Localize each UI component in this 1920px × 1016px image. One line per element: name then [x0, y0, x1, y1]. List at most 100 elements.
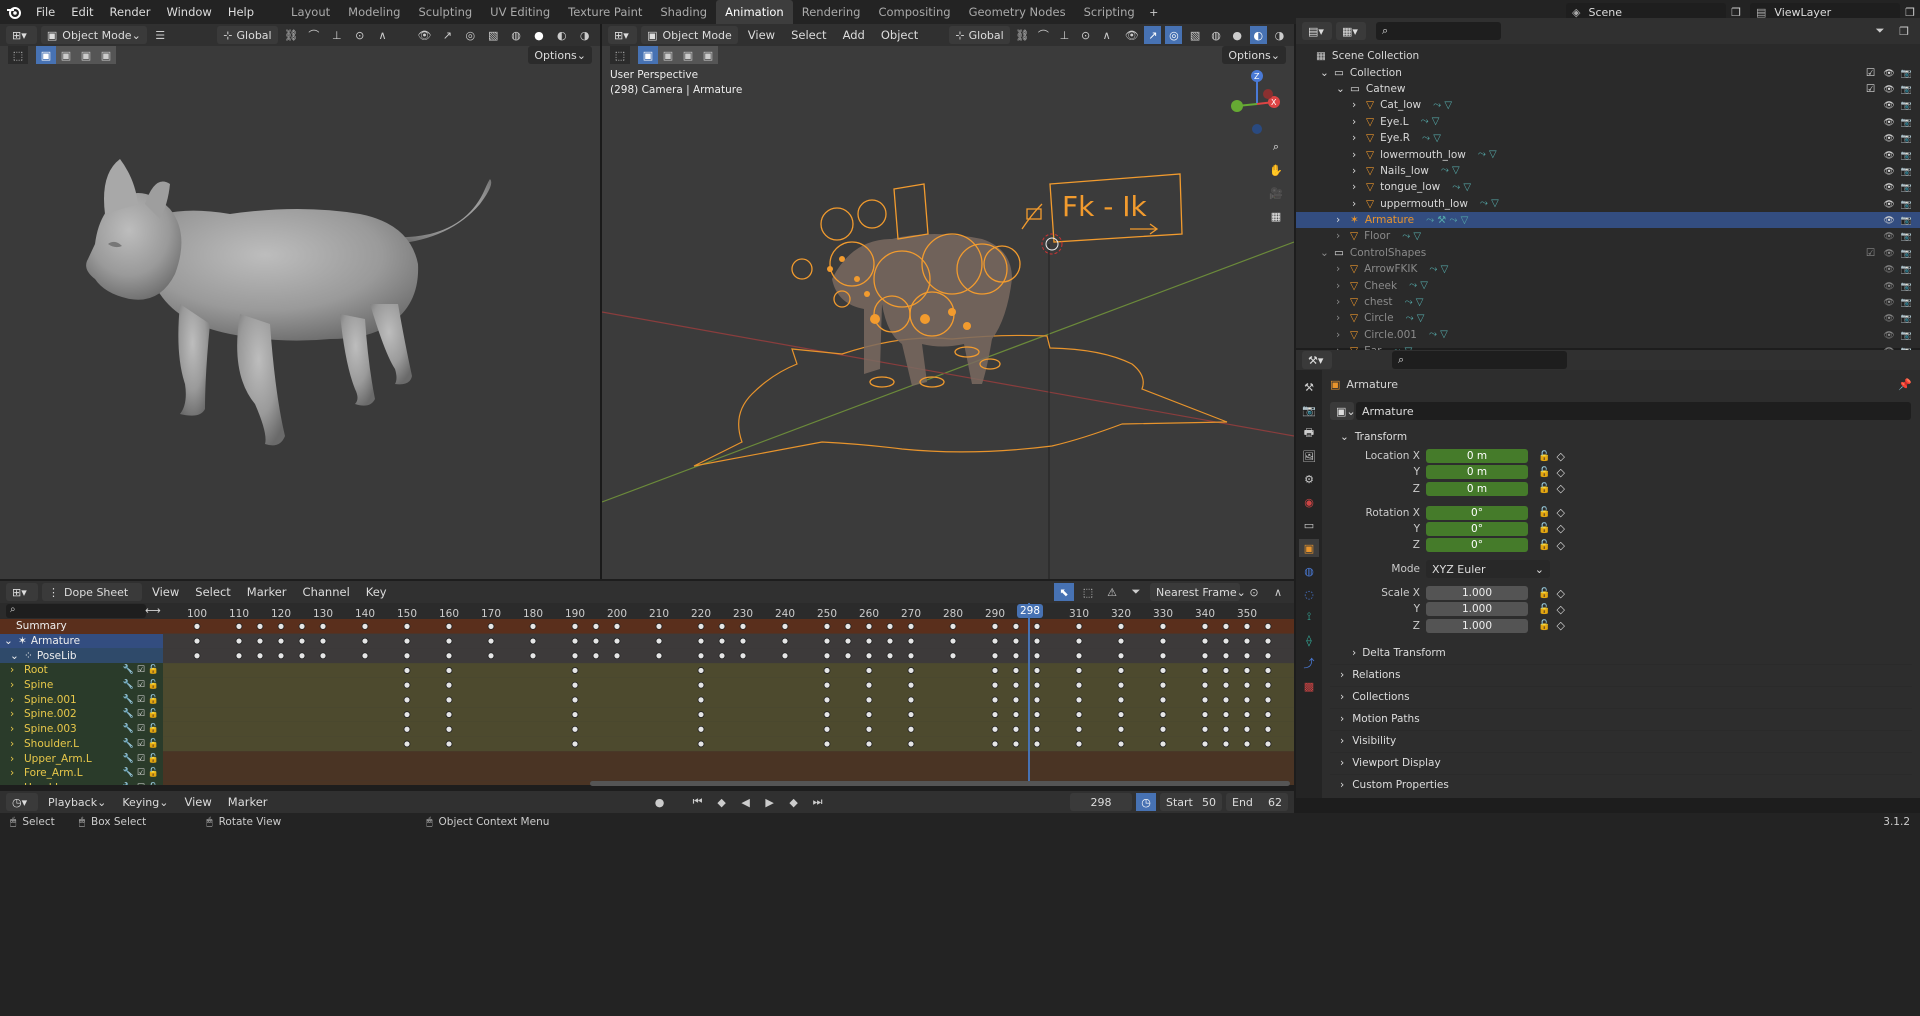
channel-toggle-icons[interactable]: 🔧 ☑ 🔓	[123, 665, 159, 675]
eye-icon[interactable]: 👁	[1883, 118, 1894, 128]
expand-arrow-icon[interactable]: ⌄	[1320, 67, 1334, 79]
exclude-checkbox-icon[interactable]: ☑	[1866, 83, 1875, 95]
right-select-new-icon[interactable]: ▣	[638, 46, 658, 64]
keyframe[interactable]	[403, 696, 411, 704]
stopwatch-icon[interactable]: ◷	[1136, 793, 1156, 811]
chevron-right-icon[interactable]: ›	[10, 753, 24, 765]
keyframe[interactable]	[571, 740, 579, 748]
outliner-item[interactable]: › ▽ Nails_low ⤳ ▽ 👁 📷	[1296, 163, 1920, 179]
keyframe[interactable]	[193, 622, 201, 630]
keyframe[interactable]	[1159, 622, 1167, 630]
add-workspace-icon[interactable]: +	[1144, 3, 1164, 21]
eye-icon[interactable]: 👁	[1883, 183, 1894, 193]
transform-panel-header[interactable]: ⌄ Transform	[1330, 426, 1912, 448]
keyframe[interactable]	[1033, 725, 1041, 733]
keyframe[interactable]	[1243, 637, 1251, 645]
render-camera-icon[interactable]: 📷	[1901, 183, 1912, 193]
right-select-invert-icon[interactable]: ▣	[698, 46, 718, 64]
tab-texture-paint[interactable]: Texture Paint	[559, 0, 651, 24]
keyframe[interactable]	[277, 652, 285, 660]
disclosure-arrow-icon[interactable]: ›	[1336, 214, 1350, 226]
only-selected-icon[interactable]: ⬉	[1054, 583, 1074, 601]
chevron-right-icon[interactable]: ›	[10, 723, 24, 735]
record-icon[interactable]: ●	[650, 793, 670, 811]
outliner-item[interactable]: › ▽ Eye.R ⤳ ▽ 👁 📷	[1296, 130, 1920, 146]
ds-falloff-icon[interactable]: ∧	[1268, 583, 1288, 601]
editor-type-button[interactable]: ⊞▾	[6, 26, 37, 44]
render-camera-icon[interactable]: 📷	[1901, 216, 1912, 226]
disclosure-arrow-icon[interactable]: ›	[1352, 181, 1366, 193]
channel-search-input[interactable]: ⌕	[6, 604, 146, 618]
channel-toggle-icons[interactable]: 🔧 ☑ 🔓	[123, 768, 159, 778]
delta-transform-header[interactable]: › Delta Transform	[1330, 642, 1912, 664]
end-frame-field[interactable]: End 62	[1226, 793, 1288, 811]
outliner-display-mode[interactable]: ▦▾	[1336, 22, 1366, 40]
rotation-x-field[interactable]: 0°	[1426, 505, 1528, 520]
render-camera-icon[interactable]: 📷	[1901, 331, 1912, 341]
keyframe[interactable]	[865, 711, 873, 718]
keyframe[interactable]	[1264, 622, 1272, 630]
keyframe[interactable]	[1201, 681, 1209, 689]
keyframe[interactable]	[1075, 652, 1083, 660]
keyframe[interactable]	[991, 637, 999, 645]
select-new-icon[interactable]: ▣	[36, 46, 56, 64]
channel-row[interactable]: ⌄ ⁘ PoseLib	[0, 648, 163, 664]
keyframe[interactable]	[655, 637, 663, 645]
disclosure-arrow-icon[interactable]: ›	[1336, 312, 1350, 324]
keyframe[interactable]	[823, 667, 831, 674]
show-hidden-icon[interactable]: ⬚	[1078, 583, 1098, 601]
disclosure-arrow-icon[interactable]: ›	[1352, 198, 1366, 210]
chevron-right-icon[interactable]: ›	[10, 738, 24, 750]
keyframe[interactable]	[907, 681, 915, 689]
keyframe[interactable]	[865, 740, 873, 748]
disclosure-arrow-icon[interactable]: ›	[1352, 99, 1366, 111]
keyframe[interactable]	[781, 652, 789, 660]
keyframe[interactable]	[277, 637, 285, 645]
eye-icon[interactable]: 👁	[1883, 200, 1894, 210]
keyframe[interactable]	[1033, 622, 1041, 630]
right-viewport[interactable]: User Perspective (298) Camera | Armature	[602, 64, 1294, 579]
keyframe[interactable]	[1117, 711, 1125, 718]
lock-icon[interactable]: 🔓	[1538, 588, 1550, 599]
keyframe[interactable]	[1264, 725, 1272, 733]
eye-icon[interactable]: 👁	[1883, 151, 1894, 161]
snap-mode-dropdown[interactable]: Nearest Frame ⌄	[1150, 583, 1246, 601]
menu-view[interactable]: View	[742, 28, 781, 42]
keyframe[interactable]	[1264, 652, 1272, 660]
render-camera-icon[interactable]: 📷	[1901, 249, 1912, 259]
disclosure-arrow-icon[interactable]: ›	[1352, 149, 1366, 161]
shading-render-icon[interactable]: ◑	[575, 26, 594, 44]
location-z-field[interactable]: 0 m	[1426, 481, 1528, 496]
keyframe[interactable]	[1201, 652, 1209, 660]
timeline-editor-type[interactable]: ◷▾	[6, 793, 38, 811]
keyframe[interactable]	[571, 711, 579, 718]
menu-object[interactable]: Object	[875, 28, 924, 42]
menu-file[interactable]: File	[28, 0, 63, 24]
keyframe[interactable]	[1075, 711, 1083, 718]
proportional-edit-icon[interactable]: ⊙	[350, 26, 369, 44]
keyframe[interactable]	[1243, 725, 1251, 733]
lock-icon[interactable]: 🔓	[1538, 620, 1550, 631]
keyframe[interactable]	[907, 740, 915, 748]
select-invert-icon[interactable]: ▣	[96, 46, 116, 64]
keyframe[interactable]	[1243, 696, 1251, 704]
keyframe[interactable]	[1201, 667, 1209, 674]
tab-rendering[interactable]: Rendering	[793, 0, 870, 24]
keyframe[interactable]	[1159, 667, 1167, 674]
keyframe[interactable]	[1201, 696, 1209, 704]
left-orientation-dropdown[interactable]: ⊹ Global	[217, 26, 278, 44]
next-keyframe-icon[interactable]: ◆	[784, 793, 804, 811]
location-y-field[interactable]: 0 m	[1426, 465, 1528, 480]
keyframe[interactable]	[991, 652, 999, 660]
horizontal-scrollbar[interactable]	[590, 781, 1290, 786]
keyframe[interactable]	[613, 652, 621, 660]
keyframe[interactable]	[1075, 696, 1083, 704]
keyframe[interactable]	[865, 622, 873, 630]
eye-icon[interactable]: 👁	[1883, 216, 1894, 226]
keyframe[interactable]	[403, 740, 411, 748]
keyframe[interactable]	[697, 725, 705, 733]
keyframe[interactable]	[1264, 637, 1272, 645]
keyframe[interactable]	[235, 652, 243, 660]
right-editor-type-button[interactable]: ⊞▾	[608, 26, 638, 44]
keyframe[interactable]	[1222, 725, 1230, 733]
